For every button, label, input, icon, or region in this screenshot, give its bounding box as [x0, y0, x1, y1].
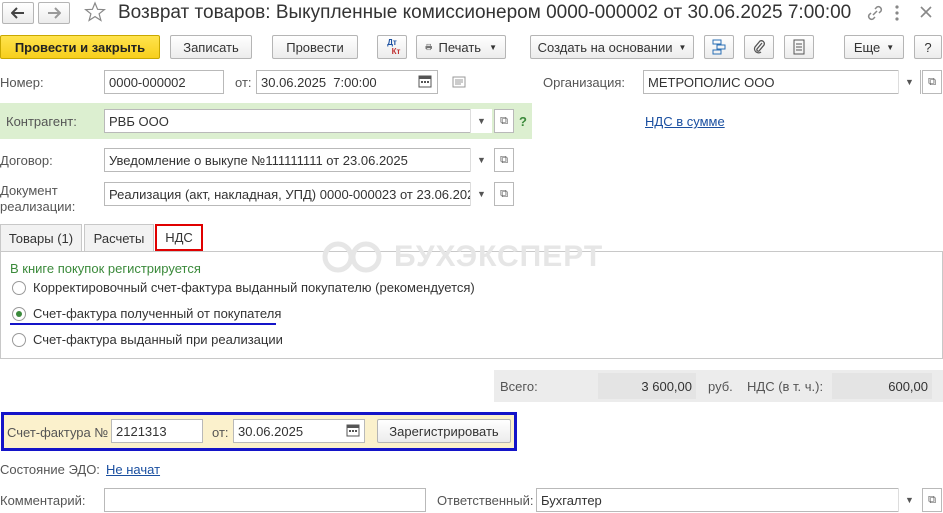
comment-icon[interactable]	[452, 76, 466, 88]
print-label: Печать	[438, 39, 482, 55]
comment-label: Комментарий:	[0, 493, 86, 508]
invoice-date-label: от:	[212, 425, 229, 440]
vat-in-sum-link[interactable]: НДС в сумме	[645, 114, 725, 129]
organization-dropdown[interactable]: ▼	[898, 70, 920, 94]
radio-corrective-invoice[interactable]	[12, 281, 26, 295]
register-button[interactable]: Зарегистрировать	[377, 419, 511, 443]
arrow-left-icon	[11, 7, 24, 19]
invoice-date-value: 30.06.2025	[238, 423, 304, 439]
tab-vat[interactable]: НДС	[155, 224, 203, 251]
counterparty-value: РВБ ООО	[109, 113, 169, 129]
help-button[interactable]: ?	[914, 35, 942, 59]
number-label: Номер:	[0, 75, 44, 90]
tab-settlements[interactable]: Расчеты	[84, 224, 154, 252]
watermark-logo-icon	[322, 241, 382, 273]
link-icon[interactable]	[866, 4, 884, 22]
dtkt-button[interactable]: Дт Кт	[377, 35, 407, 59]
tab-goods[interactable]: Товары (1)	[0, 224, 82, 252]
window-title: Возврат товаров: Выкупленные комиссионер…	[118, 2, 852, 23]
save-button[interactable]: Записать	[170, 35, 252, 59]
contract-field[interactable]: Уведомление о выкупе №111111111 от 23.06…	[104, 148, 492, 172]
chevron-down-icon: ▼	[678, 42, 687, 52]
vat-total-label: НДС (в т. ч.):	[747, 379, 824, 394]
more-label: Еще	[853, 39, 881, 55]
selected-option-underline	[10, 323, 276, 325]
total-value: 3 600,00	[598, 373, 696, 399]
radio-corrective-invoice-label[interactable]: Корректировочный счет-фактура выданный п…	[33, 280, 475, 295]
organization-open-button[interactable]: ⧉	[922, 70, 942, 94]
forward-button[interactable]	[38, 2, 70, 24]
responsible-value: Бухгалтер	[541, 492, 602, 508]
structure-button[interactable]	[704, 35, 734, 59]
create-based-label: Создать на основании	[537, 39, 673, 55]
responsible-open-button[interactable]: ⧉	[922, 488, 942, 512]
radio-invoice-issued[interactable]	[12, 333, 26, 347]
vat-total-value: 600,00	[832, 373, 932, 399]
sale-doc-dropdown[interactable]: ▼	[470, 182, 492, 206]
calendar-icon[interactable]	[346, 423, 362, 439]
comment-field[interactable]	[104, 488, 426, 512]
radio-invoice-issued-label[interactable]: Счет-фактура выданный при реализации	[33, 332, 283, 347]
watermark: БУХЭКСПЕРТ	[322, 240, 603, 274]
report-button[interactable]	[784, 35, 814, 59]
counterparty-label: Контрагент:	[6, 114, 77, 129]
radio-invoice-received-label[interactable]: Счет-фактура полученный от покупателя	[33, 306, 281, 321]
kt-label: Кт	[391, 47, 401, 56]
calendar-icon[interactable]	[418, 74, 434, 90]
invoice-number-label: Счет-фактура №	[7, 425, 109, 440]
responsible-label: Ответственный:	[437, 493, 534, 508]
radio-invoice-received[interactable]	[12, 307, 26, 321]
contract-value: Уведомление о выкупе №111111111 от 23.06…	[109, 152, 408, 168]
responsible-field[interactable]: Бухгалтер	[536, 488, 920, 512]
sale-doc-open-button[interactable]: ⧉	[494, 182, 514, 206]
more-button[interactable]: Еще ▼	[844, 35, 904, 59]
paperclip-icon	[753, 40, 765, 54]
total-label: Всего:	[500, 379, 538, 394]
sale-doc-label-1: Документ	[0, 183, 58, 198]
menu-dots-icon[interactable]	[894, 4, 904, 22]
close-icon[interactable]	[918, 4, 936, 22]
dt-label: Дт	[387, 38, 397, 47]
printer-icon	[425, 43, 433, 51]
create-based-button[interactable]: Создать на основании ▼	[530, 35, 694, 59]
organization-label: Организация:	[543, 75, 626, 90]
contract-dropdown[interactable]: ▼	[470, 148, 492, 172]
edo-label: Состояние ЭДО:	[0, 462, 100, 477]
date-value: 30.06.2025 7:00:00	[261, 74, 377, 90]
chevron-down-icon: ▼	[489, 42, 497, 52]
star-icon[interactable]	[83, 1, 108, 25]
edo-status-link[interactable]: Не начат	[106, 462, 160, 477]
structure-icon	[712, 39, 726, 55]
chevron-down-icon: ▼	[886, 42, 895, 52]
vat-panel-heading: В книге покупок регистрируется	[10, 261, 201, 276]
date-field[interactable]: 30.06.2025 7:00:00	[256, 70, 438, 94]
organization-value: МЕТРОПОЛИС ООО	[648, 74, 775, 90]
title-bar: Возврат товаров: Выкупленные комиссионер…	[0, 0, 943, 28]
post-button[interactable]: Провести	[272, 35, 358, 59]
attach-button[interactable]	[744, 35, 774, 59]
sale-doc-label-2: реализации:	[0, 199, 76, 214]
counterparty-dropdown[interactable]: ▼	[470, 109, 492, 133]
date-label: от:	[235, 75, 252, 90]
number-field[interactable]: 0000-000002	[104, 70, 224, 94]
help-question-icon[interactable]: ?	[519, 114, 527, 129]
watermark-text: БУХЭКСПЕРТ	[394, 240, 604, 273]
contract-label: Договор:	[0, 153, 53, 168]
sale-doc-value: Реализация (акт, накладная, УПД) 0000-00…	[109, 186, 475, 202]
post-and-close-button[interactable]: Провести и закрыть	[0, 35, 160, 59]
contract-open-button[interactable]: ⧉	[494, 148, 514, 172]
sale-doc-field[interactable]: Реализация (акт, накладная, УПД) 0000-00…	[104, 182, 492, 206]
responsible-dropdown[interactable]: ▼	[898, 488, 920, 512]
currency-label: руб.	[708, 379, 733, 394]
print-button[interactable]: Печать ▼	[416, 35, 506, 59]
organization-field[interactable]: МЕТРОПОЛИС ООО	[643, 70, 921, 94]
list-icon	[793, 39, 805, 55]
counterparty-field[interactable]: РВБ ООО	[104, 109, 492, 133]
counterparty-open-button[interactable]: ⧉	[494, 109, 514, 133]
invoice-number-field[interactable]: 2121313	[111, 419, 203, 443]
arrow-right-icon	[48, 7, 61, 19]
back-button[interactable]	[2, 2, 34, 24]
